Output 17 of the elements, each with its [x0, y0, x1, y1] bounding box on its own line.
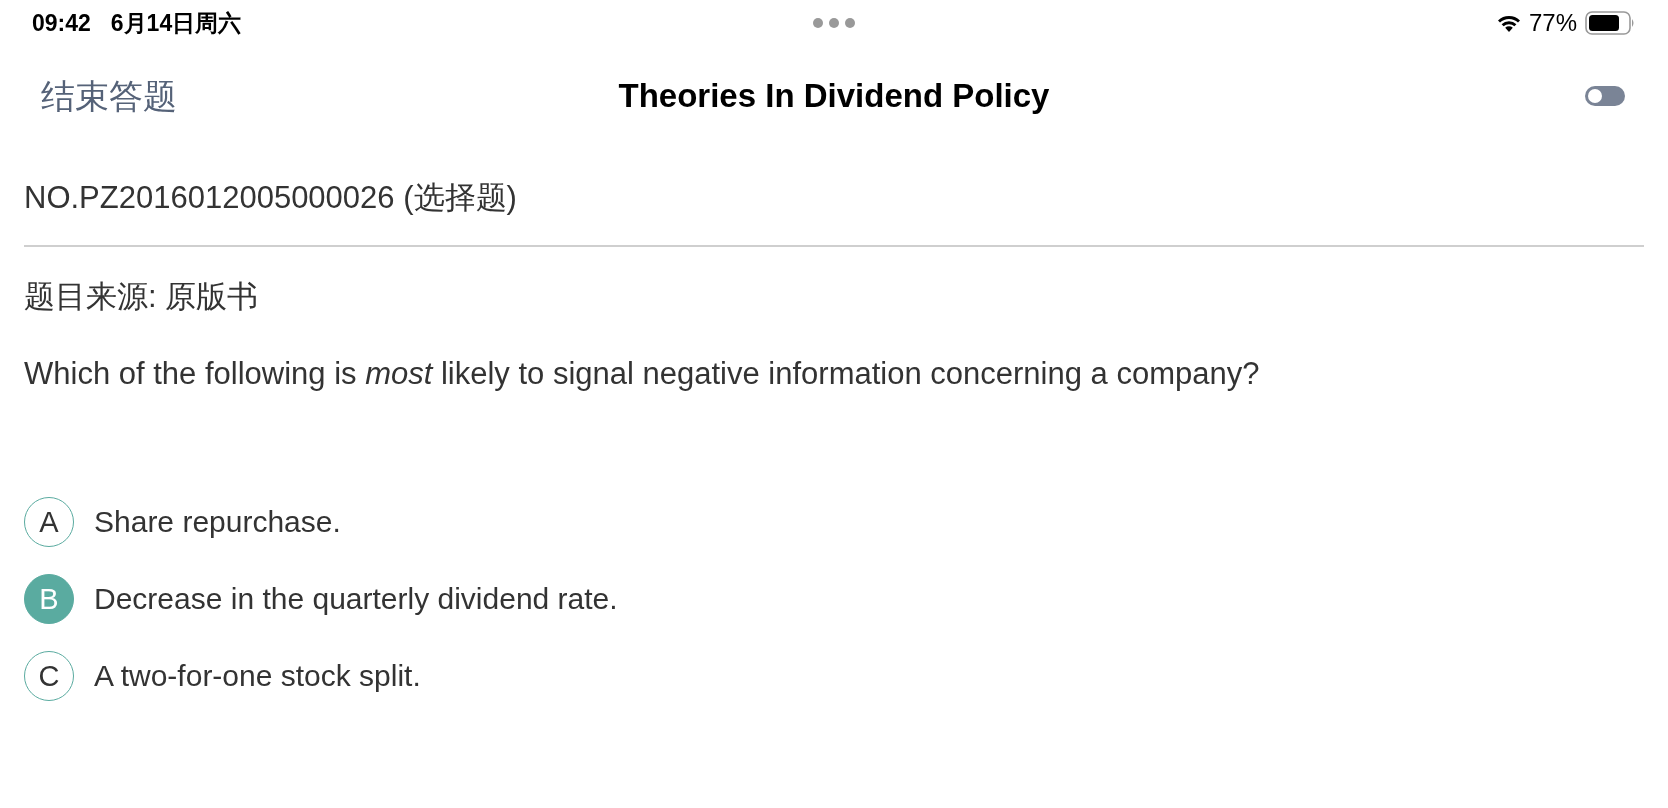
option-radio[interactable]: A	[24, 497, 74, 547]
question-number: NO.PZ2016012005000026 (选择题)	[24, 180, 518, 216]
option-text: Decrease in the quarterly dividend rate.	[94, 581, 618, 617]
status-date: 6月14日周六	[110, 8, 242, 38]
toggle-switch[interactable]	[1585, 86, 1625, 106]
option-text: A two-for-one stock split.	[94, 658, 421, 694]
battery-percent: 77%	[1528, 8, 1577, 38]
page-title: Theories In Dividend Policy	[618, 76, 1050, 117]
wifi-icon	[1496, 14, 1521, 32]
option-radio[interactable]: C	[24, 651, 74, 701]
battery-icon	[1585, 11, 1635, 35]
question-text: Which of the following is most likely to signal negative information concerning a company?	[24, 356, 1261, 392]
more-dots-icon[interactable]	[813, 18, 855, 28]
question-source: 题目来源: 原版书	[24, 279, 260, 315]
option-text: Share repurchase.	[94, 504, 341, 540]
end-quiz-button[interactable]: 结束答题	[41, 79, 177, 113]
status-time: 09:42	[32, 8, 91, 38]
